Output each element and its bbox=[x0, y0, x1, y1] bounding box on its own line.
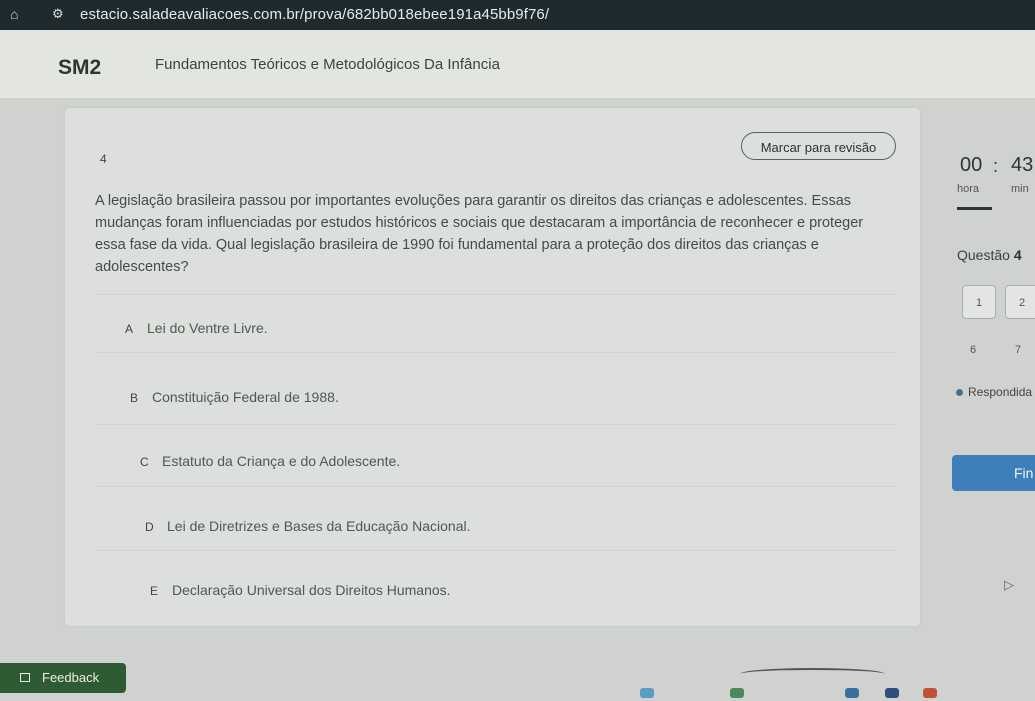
option-letter: C bbox=[140, 455, 149, 469]
finish-exam-button[interactable]: Fin bbox=[952, 455, 1035, 491]
feedback-icon bbox=[20, 673, 30, 682]
divider bbox=[95, 486, 895, 487]
app-icon[interactable] bbox=[923, 688, 937, 698]
course-title: Fundamentos Teóricos e Metodológicos Da … bbox=[155, 56, 500, 73]
app-icon[interactable] bbox=[845, 688, 859, 698]
course-code: SM2 bbox=[58, 56, 102, 79]
option-letter: B bbox=[130, 391, 139, 405]
question-text: A legislação brasileira passou por impor… bbox=[95, 193, 864, 275]
timer-separator: : bbox=[993, 156, 999, 176]
app-icon[interactable] bbox=[640, 688, 654, 698]
timer-minutes-label: min bbox=[1011, 183, 1029, 195]
legend-answered: Respondida bbox=[956, 385, 1032, 399]
option-letter: A bbox=[125, 322, 134, 336]
option-letter: D bbox=[145, 520, 154, 534]
question-number: 4 bbox=[100, 152, 107, 166]
question-nav-2[interactable]: 2 bbox=[1005, 285, 1035, 319]
divider bbox=[95, 294, 895, 295]
exam-header: SM2 Fundamentos Teóricos e Metodológicos… bbox=[0, 30, 1035, 99]
mark-for-review-button[interactable]: Marcar para revisão bbox=[741, 132, 896, 160]
home-icon[interactable]: ⌂ bbox=[10, 6, 26, 22]
question-nav-7[interactable]: 7 bbox=[1015, 344, 1021, 356]
timer-progress-bar bbox=[957, 207, 992, 210]
divider bbox=[95, 550, 895, 551]
option-text: Estatuto da Criança e do Adolescente. bbox=[162, 453, 401, 469]
site-settings-icon[interactable]: ⚙ bbox=[52, 6, 64, 22]
divider bbox=[95, 424, 895, 425]
url-text[interactable]: estacio.saladeavaliacoes.com.br/prova/68… bbox=[80, 6, 549, 23]
app-icon[interactable] bbox=[885, 688, 899, 698]
taskbar-icons bbox=[640, 688, 970, 701]
option-c[interactable]: C Estatuto da Criança e do Adolescente. bbox=[140, 448, 400, 474]
option-text: Lei de Diretrizes e Bases da Educação Na… bbox=[167, 518, 471, 534]
answered-dot-icon bbox=[956, 389, 963, 397]
bottom-overlay-edge bbox=[740, 668, 885, 680]
feedback-label: Feedback bbox=[42, 670, 100, 685]
question-status-current: 4 bbox=[1013, 247, 1022, 263]
option-text: Constituição Federal de 1988. bbox=[152, 389, 339, 405]
option-d[interactable]: D Lei de Diretrizes e Bases da Educação N… bbox=[145, 513, 471, 539]
question-nav-1[interactable]: 1 bbox=[962, 285, 996, 319]
option-a[interactable]: A Lei do Ventre Livre. bbox=[125, 315, 268, 341]
timer-minutes: 43 bbox=[1011, 154, 1034, 176]
option-e[interactable]: E Declaração Universal dos Direitos Human… bbox=[150, 577, 451, 603]
timer-hours: 00 bbox=[960, 154, 983, 176]
timer-hours-label: hora bbox=[957, 183, 980, 195]
option-text: Lei do Ventre Livre. bbox=[147, 320, 268, 336]
divider bbox=[95, 352, 895, 353]
mouse-cursor-icon: ▷ bbox=[1004, 577, 1014, 592]
browser-address-bar[interactable]: ⌂ ⚙ estacio.saladeavaliacoes.com.br/prov… bbox=[0, 0, 1035, 30]
question-status: Questão 4 bbox=[957, 247, 1022, 263]
feedback-button[interactable]: Feedback bbox=[0, 663, 126, 693]
option-text: Declaração Universal dos Direitos Humano… bbox=[172, 582, 451, 598]
question-status-label: Questão bbox=[957, 247, 1010, 263]
option-letter: E bbox=[150, 584, 159, 598]
option-b[interactable]: B Constituição Federal de 1988. bbox=[130, 384, 339, 410]
question-card: 4 Marcar para revisão A legislação brasi… bbox=[65, 108, 920, 626]
legend-answered-label: Respondida bbox=[968, 385, 1033, 399]
question-nav-6[interactable]: 6 bbox=[970, 344, 976, 356]
app-icon[interactable] bbox=[730, 688, 744, 698]
